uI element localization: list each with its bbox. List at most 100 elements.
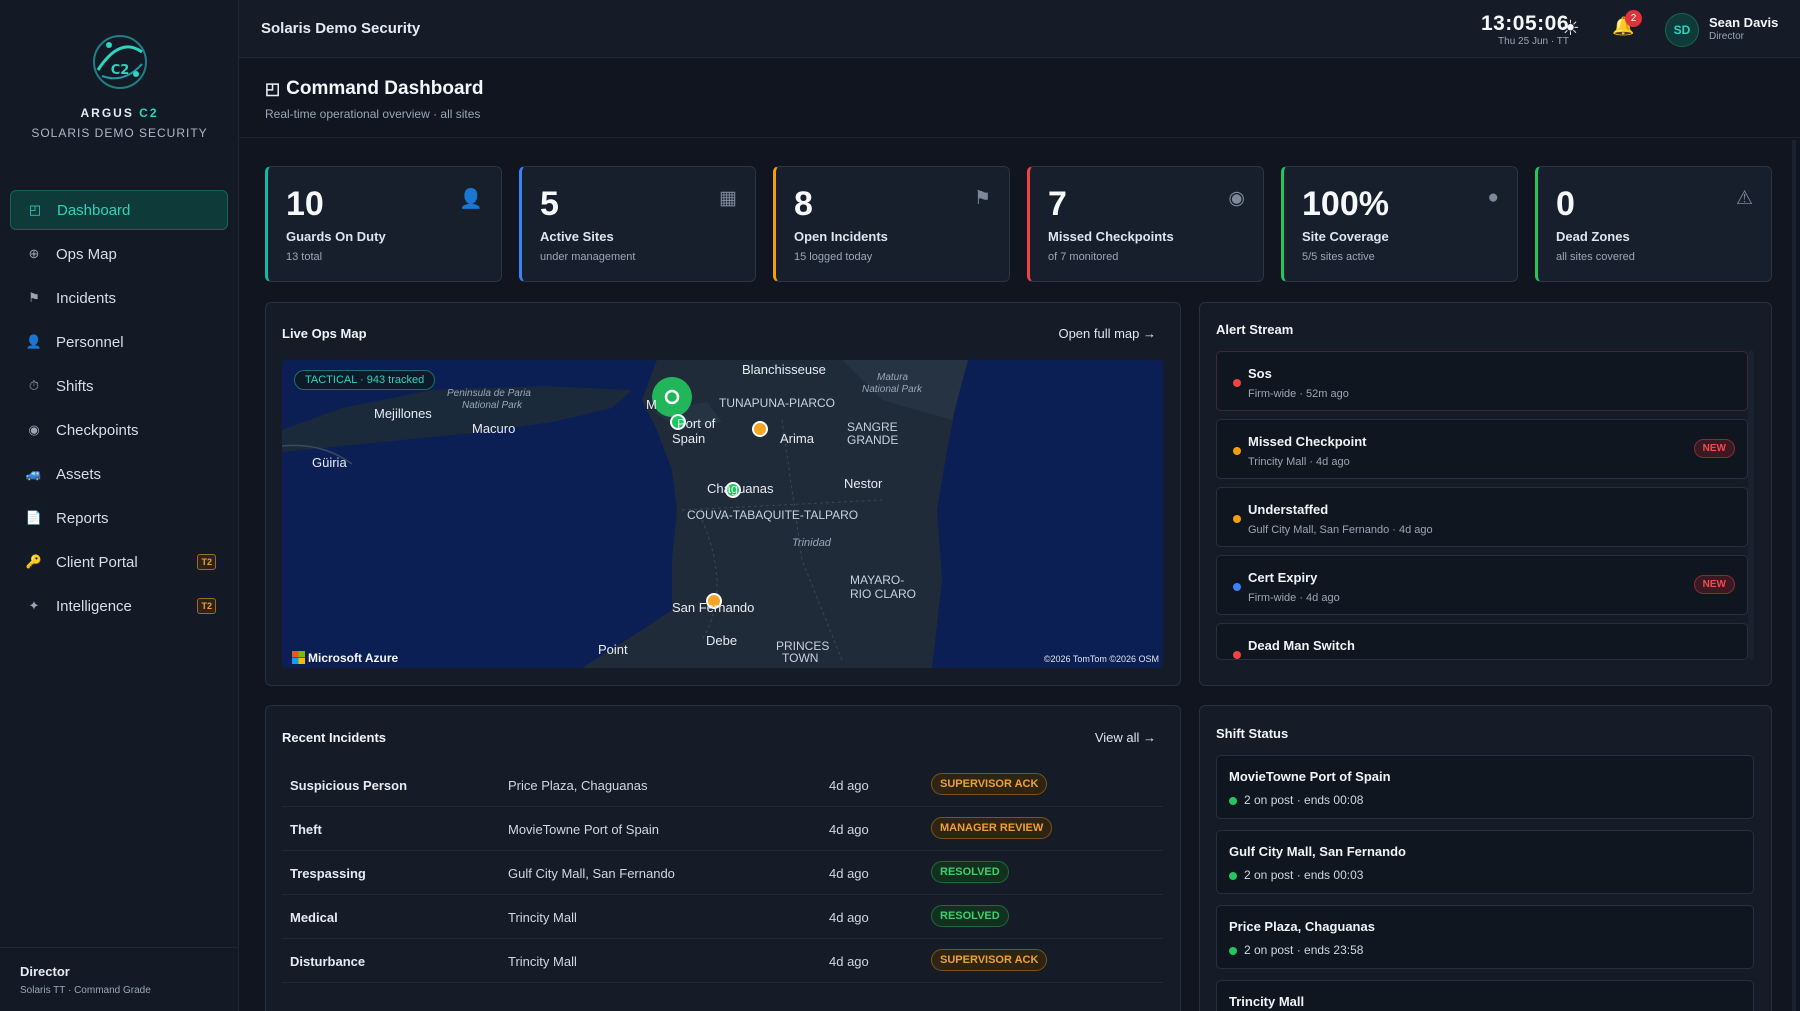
table-row[interactable]: Theft MovieTowne Port of Spain 4d ago MANAG… (282, 807, 1163, 851)
alert-severity-dot (1233, 651, 1241, 659)
kpi-label: Guards On Duty (286, 229, 386, 244)
avatar[interactable]: SD (1665, 13, 1699, 47)
alert-title: Dead Man Switch (1248, 638, 1355, 653)
shift-card[interactable]: MovieTowne Port of Spain 2 on post · ends… (1216, 755, 1754, 819)
alert-item[interactable]: Missed Checkpoint Trincity Mall · 4d ago N… (1216, 419, 1748, 479)
brand-name: ARGUS C2 (80, 106, 159, 120)
org-name: Solaris Demo Security (261, 20, 421, 37)
sidebar-item-incidents[interactable]: ⚑ Incidents (10, 278, 228, 318)
sidebar-item-label: Dashboard (57, 201, 131, 219)
sidebar-item-reports[interactable]: 📄 Reports (10, 498, 228, 538)
kpi-value: 10 (286, 185, 324, 223)
alert-item[interactable]: Cert Expiry Firm-wide · 4d ago NEW (1216, 555, 1748, 615)
map-place-label: Matura (877, 372, 909, 383)
map-place-label: Blanchisseuse (742, 362, 826, 377)
alert-severity-dot (1233, 583, 1241, 591)
argus-logo-icon: C2 (92, 35, 147, 89)
alert-item[interactable]: Dead Man SwitchGulf City Mall, San Ferna… (1216, 623, 1748, 660)
key-icon: 🔑 (25, 554, 43, 569)
table-row[interactable]: Trespassing Gulf City Mall, San Fernando 4… (282, 851, 1163, 895)
view-all-incidents-link[interactable]: View all → (1095, 730, 1156, 745)
sidebar-item-label: Intelligence (56, 597, 132, 615)
map-place-label: Trinidad (792, 537, 832, 549)
cluster-marker[interactable] (652, 377, 692, 417)
sidebar-item-personnel[interactable]: 👤 Personnel (10, 322, 228, 362)
kpi-card-site-coverage[interactable]: 100% Site Coverage 5/5 sites active ● (1281, 166, 1518, 282)
sidebar-item-checkpoints[interactable]: ◉ Checkpoints (10, 410, 228, 450)
kpi-subtext: of 7 monitored (1048, 251, 1119, 263)
kpi-label: Site Coverage (1302, 229, 1389, 244)
kpi-label: Open Incidents (794, 229, 888, 244)
map-place-label: GRANDE (847, 433, 898, 447)
incident-type: Suspicious Person (290, 778, 408, 793)
incident-site: Trincity Mall (508, 910, 577, 925)
dashboard-icon: ◰ (28, 202, 42, 217)
theme-toggle-sun-icon[interactable]: ☀ (1561, 16, 1580, 41)
kpi-subtext: under management (540, 251, 636, 263)
shift-card[interactable]: Gulf City Mall, San Fernando 2 on post · … (1216, 830, 1754, 894)
incident-time: 4d ago (829, 822, 869, 837)
incident-site: Gulf City Mall, San Fernando (508, 866, 675, 881)
table-row[interactable]: Suspicious Person Price Plaza, Chaguanas 4… (282, 763, 1163, 807)
building-icon: ▦ (719, 188, 737, 209)
alert-meta: Firm-wide · 52m ago (1248, 388, 1349, 400)
shift-info: 2 on post · ends 23:58 (1244, 943, 1364, 957)
shift-site: Gulf City Mall, San Fernando (1229, 844, 1406, 859)
page-scrollbar[interactable] (1792, 140, 1796, 1011)
sidebar-item-assets[interactable]: 🚙 Assets (10, 454, 228, 494)
open-full-map-link[interactable]: Open full map → (1058, 326, 1156, 341)
map-place-label: Port of (677, 416, 716, 431)
incident-site: MovieTowne Port of Spain (508, 822, 660, 837)
sidebar-item-label: Assets (56, 465, 102, 483)
kpi-subtext: 13 total (286, 251, 323, 263)
user-name[interactable]: Sean Davis (1709, 15, 1778, 30)
flag-icon: ⚑ (28, 290, 40, 305)
shift-site: MovieTowne Port of Spain (1229, 769, 1391, 784)
alert-item[interactable]: Sos Firm-wide · 52m ago (1216, 351, 1748, 411)
sidebar-item-shifts[interactable]: ⏱ Shifts (10, 366, 228, 406)
shift-site: Trincity Mall (1229, 994, 1305, 1009)
kpi-subtext: 15 logged today (794, 251, 873, 263)
shift-status-dot (1229, 872, 1237, 880)
svg-text:C2: C2 (110, 63, 129, 78)
kpi-card-missed-checkpoints[interactable]: 7 Missed Checkpoints of 7 monitored ◉ (1027, 166, 1264, 282)
map-place-label: TOWN (782, 651, 818, 665)
clock-time: 13:05:06 (1480, 12, 1569, 35)
kpi-card-dead-zones[interactable]: 0 Dead Zones all sites covered ⚠ (1535, 166, 1772, 282)
kpi-card-open-incidents[interactable]: 8 Open Incidents 15 logged today ⚑ (773, 166, 1010, 282)
sidebar-item-dashboard[interactable]: ◰ Dashboard (10, 190, 228, 230)
shift-info: 2 on post · ends 00:03 (1244, 868, 1364, 882)
table-row[interactable]: Medical Trincity Mall 4d ago RESOLVED (282, 895, 1163, 939)
alert-item[interactable]: Understaffed Gulf City Mall, San Fernando… (1216, 487, 1748, 547)
alert-scrollbar[interactable] (1748, 350, 1754, 660)
map-place-label: National Park (862, 384, 923, 395)
target-icon: ◉ (1228, 188, 1245, 209)
map-canvas[interactable]: BlanchisseuseMaturaNational ParkPeninsul… (282, 360, 1163, 668)
shift-card[interactable]: Price Plaza, Chaguanas 2 on post · ends 2… (1216, 905, 1754, 969)
sparkle-icon: ✦ (28, 598, 40, 613)
new-badge: NEW (1693, 439, 1735, 458)
vehicle-icon: 🚙 (25, 466, 43, 481)
incident-site: Trincity Mall (508, 954, 577, 969)
kpi-value: 0 (1556, 185, 1575, 223)
kpi-card-active-sites[interactable]: 5 Active Sites under management ▦ (519, 166, 756, 282)
sidebar-item-ops-map[interactable]: ⊕ Ops Map (10, 234, 228, 274)
sidebar-item-label: Personnel (56, 333, 124, 351)
table-row[interactable]: Disturbance Trincity Mall 4d ago SUPERVISOR… (282, 939, 1163, 983)
incident-time: 4d ago (829, 910, 869, 925)
shift-card[interactable]: Trincity Mall (1216, 980, 1754, 1011)
kpi-card-guards-on-duty[interactable]: 10 Guards On Duty 13 total 👤 (265, 166, 502, 282)
status-badge: RESOLVED (931, 861, 1009, 883)
sidebar-item-client-portal[interactable]: 🔑 Client Portal T2 (10, 542, 228, 582)
incident-type: Medical (290, 910, 338, 925)
ops-map[interactable]: Blanchisseuse Matura National Park Peninsul… (282, 360, 1163, 668)
site-marker[interactable] (752, 421, 768, 437)
top-bar: Solaris Demo Security 13:05:06 Thu 25 Ju… (239, 0, 1800, 58)
map-place-label: Macuro (472, 421, 515, 436)
map-place-label: SANGRE (847, 420, 898, 434)
incident-time: 4d ago (829, 954, 869, 969)
alert-meta: Gulf City Mall, San Fernando · 4d ago (1248, 524, 1433, 536)
alert-severity-dot (1233, 447, 1241, 455)
sidebar-item-intelligence[interactable]: ✦ Intelligence T2 (10, 586, 228, 626)
microsoft-logo-icon (292, 651, 305, 664)
